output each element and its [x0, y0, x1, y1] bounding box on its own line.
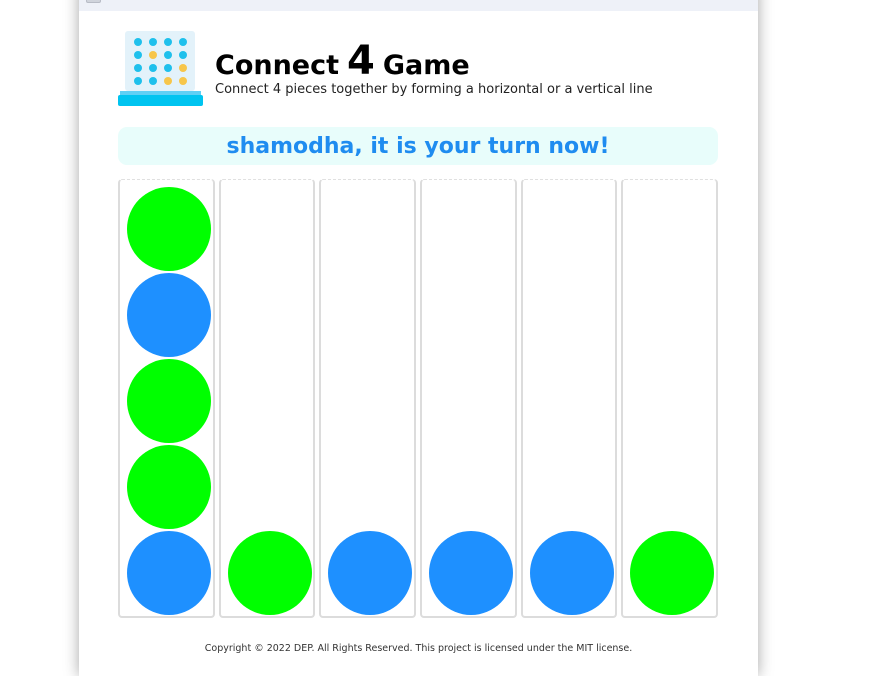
connect-four-grid-icon [118, 31, 203, 106]
app-icon [86, 0, 101, 3]
board-column-4[interactable] [420, 179, 517, 618]
board-column-2[interactable] [218, 179, 316, 618]
green-piece [127, 359, 211, 443]
green-piece [630, 531, 715, 615]
blue-piece [127, 531, 211, 615]
game-board [118, 179, 719, 619]
green-piece [127, 187, 211, 271]
blue-piece [127, 273, 211, 357]
window-titlebar[interactable] [79, 0, 758, 11]
page-title: Connect 4 Game [215, 38, 470, 84]
board-column-3[interactable] [319, 179, 417, 618]
footer-copyright: Copyright © 2022 DEP. All Rights Reserve… [204, 643, 633, 654]
board-column-1[interactable] [118, 179, 215, 618]
app-window: Connect 4 Game Connect 4 pieces together… [79, 0, 758, 676]
green-piece [227, 531, 312, 615]
title-suffix: Game [382, 50, 470, 81]
blue-piece [328, 531, 413, 615]
title-number: 4 [347, 38, 375, 84]
green-piece [127, 445, 211, 529]
turn-status-banner: shamodha, it is your turn now! [118, 127, 718, 165]
page-subtitle: Connect 4 pieces together by forming a h… [215, 82, 653, 97]
blue-piece [529, 531, 614, 615]
blue-piece [429, 531, 514, 615]
board-column-5[interactable] [520, 179, 618, 618]
board-column-6[interactable] [621, 179, 719, 618]
title-prefix: Connect [215, 50, 340, 81]
